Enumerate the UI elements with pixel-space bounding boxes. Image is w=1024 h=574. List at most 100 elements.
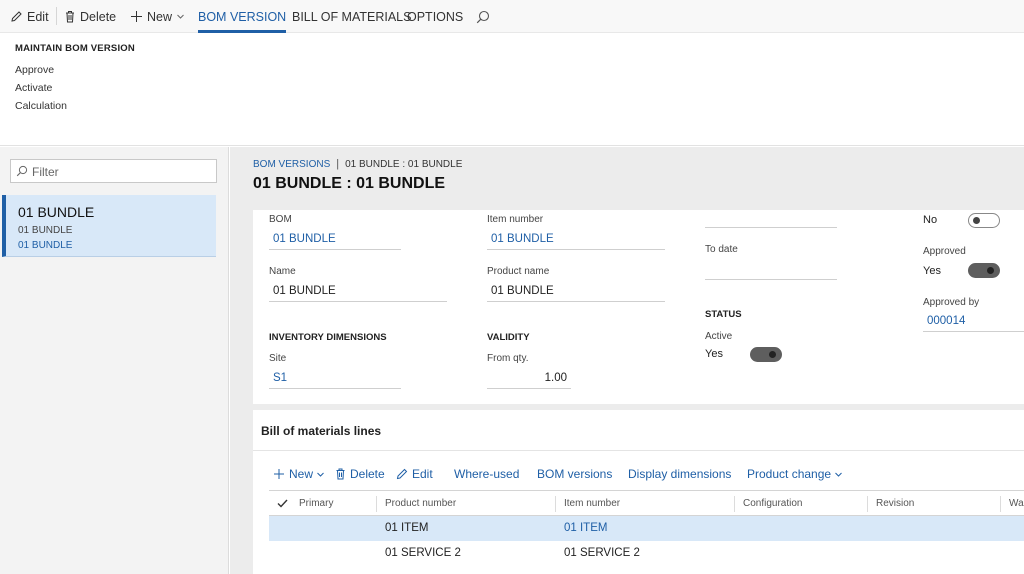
cell-product-number: 01 SERVICE 2 [385, 547, 461, 559]
toolbar-divider [56, 7, 57, 25]
site-label: Site [269, 353, 287, 364]
column-header-primary[interactable]: Primary [299, 498, 333, 509]
to-date-label: To date [705, 244, 738, 255]
divider [253, 450, 1024, 451]
lines-edit-button[interactable]: Edit [396, 465, 433, 483]
bom-label: BOM [269, 214, 292, 225]
lines-new-button[interactable]: New [273, 465, 329, 483]
table-row[interactable]: 01 ITEM 01 ITEM [269, 516, 1024, 541]
product-name-label: Product name [487, 266, 550, 277]
product-change-button[interactable]: Product change [747, 465, 847, 483]
to-date-field[interactable] [705, 260, 837, 280]
tab-options[interactable]: OPTIONS [407, 0, 463, 33]
item-number-field[interactable]: 01 BUNDLE [487, 230, 665, 250]
name-field[interactable]: 01 BUNDLE [269, 282, 447, 302]
edit-button[interactable]: Edit [10, 0, 49, 33]
toggle-knob [973, 217, 980, 224]
filter-placeholder: Filter [32, 165, 59, 179]
active-toggle[interactable] [750, 347, 782, 362]
toggle-knob [987, 267, 994, 274]
pencil-icon [11, 11, 22, 22]
trash-icon [336, 468, 345, 480]
list-item-title: 01 BUNDLE [18, 204, 95, 220]
from-qty-field[interactable]: 1.00 [487, 369, 571, 389]
table-row[interactable]: 01 SERVICE 2 01 SERVICE 2 [269, 541, 1024, 566]
column-header-revision[interactable]: Revision [876, 498, 914, 509]
approved-value: Yes [923, 265, 941, 277]
column-header-warehouse[interactable]: Wa [1009, 498, 1024, 509]
where-used-button[interactable]: Where-used [454, 465, 519, 483]
bom-versions-button[interactable]: BOM versions [537, 465, 612, 483]
site-field[interactable]: S1 [269, 369, 401, 389]
trash-icon [66, 11, 74, 23]
item-number-label: Item number [487, 214, 544, 225]
action-pane: MAINTAIN BOM VERSION Approve Activate Ca… [0, 33, 1024, 146]
inventory-dimensions-heading: INVENTORY DIMENSIONS [269, 332, 387, 343]
search-button[interactable] [476, 0, 494, 33]
chevron-down-icon [177, 14, 184, 19]
plus-icon [274, 469, 284, 479]
approved-toggle[interactable] [968, 263, 1000, 278]
column-header-item-number[interactable]: Item number [564, 498, 620, 509]
lines-delete-button[interactable]: Delete [335, 465, 385, 483]
command-bar: Edit Delete New BOM VERSION BILL OF MATE… [0, 0, 1024, 33]
breadcrumb: BOM VERSIONS | 01 BUNDLE : 01 BUNDLE [253, 158, 462, 170]
column-divider [734, 496, 735, 512]
record-list-pane: Filter 01 BUNDLE 01 BUNDLE 01 BUNDLE [0, 147, 229, 574]
validity-heading: VALIDITY [487, 332, 530, 343]
approved-label: Approved [923, 246, 966, 257]
list-item-detail: 01 BUNDLE [18, 240, 73, 251]
details-pane: BOM VERSIONS | 01 BUNDLE : 01 BUNDLE 01 … [230, 147, 1024, 574]
approved-by-field[interactable]: 000014 [923, 312, 1024, 332]
breadcrumb-current: 01 BUNDLE : 01 BUNDLE [345, 158, 463, 170]
chevron-down-icon [317, 472, 324, 477]
active-label: Active [705, 331, 733, 342]
column-header-configuration[interactable]: Configuration [743, 498, 802, 509]
new-button[interactable]: New [130, 0, 189, 33]
product-name-field[interactable]: 01 BUNDLE [487, 282, 665, 302]
cell-item-number: 01 SERVICE 2 [564, 547, 640, 559]
name-label: Name [269, 266, 296, 277]
active-value: Yes [705, 348, 723, 360]
grid-header: Primary Product number Item number Confi… [269, 490, 1024, 516]
list-item-subtitle: 01 BUNDLE [18, 225, 73, 236]
display-dimensions-button[interactable]: Display dimensions [628, 465, 731, 483]
breadcrumb-separator: | [336, 158, 340, 170]
status-heading: STATUS [705, 309, 742, 320]
search-icon [16, 165, 28, 177]
approve-action[interactable]: Approve [15, 64, 54, 76]
column-divider [1000, 496, 1001, 512]
column-divider [376, 496, 377, 512]
bom-lines-fasttab: Bill of materials lines New Delete Edit … [253, 410, 1024, 574]
page-title: 01 BUNDLE : 01 BUNDLE [253, 175, 446, 192]
cell-product-number: 01 ITEM [385, 522, 429, 534]
list-item[interactable]: 01 BUNDLE 01 BUNDLE 01 BUNDLE [2, 195, 216, 257]
select-all-checkmark-icon[interactable] [277, 499, 288, 508]
column-divider [867, 496, 868, 512]
bom-lines-title[interactable]: Bill of materials lines [261, 424, 381, 438]
pencil-icon [396, 468, 408, 480]
bom-field[interactable]: 01 BUNDLE [269, 230, 401, 250]
search-icon [476, 10, 490, 23]
action-group-title: MAINTAIN BOM VERSION [15, 43, 135, 54]
delete-button[interactable]: Delete [64, 0, 116, 33]
from-date-field[interactable] [705, 210, 837, 228]
cell-item-number[interactable]: 01 ITEM [564, 522, 607, 534]
column-header-product-number[interactable]: Product number [385, 498, 456, 509]
calculation-action[interactable]: Calculation [15, 100, 67, 112]
chevron-down-icon [835, 472, 842, 477]
activate-action[interactable]: Activate [15, 82, 52, 94]
no-value: No [923, 214, 938, 226]
header-fasttab: BOM 01 BUNDLE Name 01 BUNDLE INVENTORY D… [253, 210, 1024, 404]
breadcrumb-bom-versions-link[interactable]: BOM VERSIONS [253, 159, 330, 170]
toggle-knob [769, 351, 776, 358]
column-divider [555, 496, 556, 512]
filter-input[interactable]: Filter [10, 159, 217, 183]
tab-bom-version[interactable]: BOM VERSION [198, 0, 287, 33]
from-qty-label: From qty. [487, 353, 529, 364]
tab-bill-of-materials[interactable]: BILL OF MATERIALS [292, 0, 411, 33]
plus-icon [131, 11, 142, 22]
approved-by-label: Approved by [923, 297, 980, 308]
bom-lines-grid: Primary Product number Item number Confi… [269, 490, 1024, 574]
no-toggle[interactable] [968, 213, 1000, 228]
